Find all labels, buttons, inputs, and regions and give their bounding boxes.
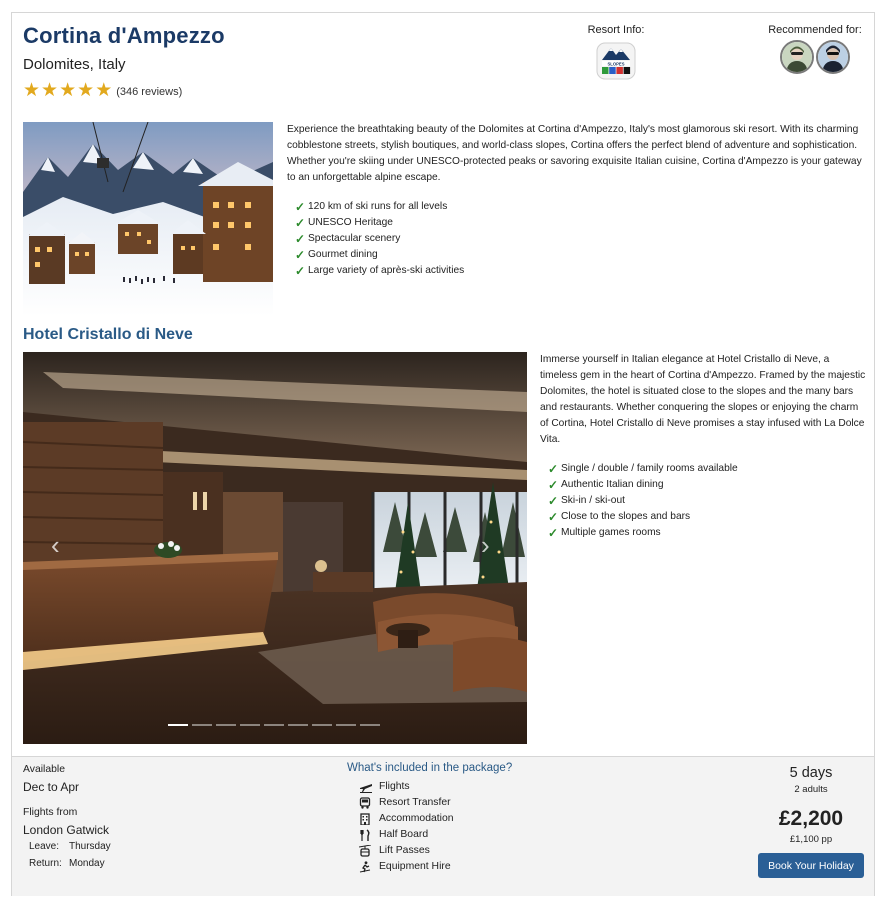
slopes-badge-icon[interactable]: SLOPES <box>596 42 636 80</box>
adults-count: 2 adults <box>794 784 828 795</box>
bus-icon <box>359 797 379 809</box>
included-heading[interactable]: What's included in the package? <box>347 762 512 774</box>
resort-description: Experience the breathtaking beauty of th… <box>287 124 862 183</box>
list-item: ✓ UNESCO Heritage <box>295 216 393 230</box>
price-box: 5 days 2 adults £2,200 £1,100 pp Book Yo… <box>752 765 870 878</box>
flights-from-value: London Gatwick <box>23 823 110 837</box>
slopes-badge-text: SLOPES <box>608 61 625 66</box>
flights-from-label: Flights from <box>23 807 78 818</box>
review-count[interactable]: (346 reviews) <box>116 86 182 98</box>
hotel-features: ✓ Single / double / family rooms availabl… <box>548 461 738 541</box>
return-value: Monday <box>69 858 105 869</box>
hotel-gallery[interactable]: ‹ › <box>23 352 527 744</box>
snowboarder-avatar-icon[interactable] <box>816 40 850 74</box>
check-icon: ✓ <box>295 264 306 278</box>
package-footer: Available Dec to Apr Flights from London… <box>12 756 874 896</box>
skier-avatar-icon[interactable] <box>780 40 814 74</box>
plane-icon <box>359 781 379 793</box>
list-item: Resort Transfer <box>359 795 454 811</box>
available-value: Dec to Apr <box>23 780 80 794</box>
star-rating: ★ ★ ★ ★ ★ (346 reviews) <box>23 81 182 100</box>
star-icon: ★ <box>77 80 95 101</box>
list-item: ✓ 120 km of ski runs for all levels <box>295 200 448 214</box>
resort-info: Resort Info: SLOPES <box>572 24 660 80</box>
check-icon: ✓ <box>548 526 559 540</box>
check-icon: ✓ <box>295 200 306 214</box>
recommended-for: Recommended for: <box>762 24 868 74</box>
recommended-label: Recommended for: <box>768 24 862 36</box>
check-icon: ✓ <box>548 494 559 508</box>
gallery-dots <box>168 724 380 726</box>
hotel-description: Immerse yourself in Italian elegance at … <box>540 354 866 445</box>
check-icon: ✓ <box>548 478 559 492</box>
list-item: Accommodation <box>359 811 454 827</box>
gallery-dot[interactable] <box>288 724 308 726</box>
check-icon: ✓ <box>295 248 306 262</box>
check-icon: ✓ <box>295 232 306 246</box>
resort-location: Dolomites, Italy <box>23 56 126 73</box>
list-item: ✓ Close to the slopes and bars <box>548 510 691 524</box>
hotel-icon <box>359 813 379 825</box>
resort-features: ✓ 120 km of ski runs for all levels ✓ UNES… <box>295 199 464 279</box>
gondola-icon <box>359 845 379 857</box>
list-item: ✓ Large variety of après-ski activities <box>295 264 465 278</box>
list-item: Half Board <box>359 827 454 843</box>
list-item: ✓ Ski-in / ski-out <box>548 494 625 508</box>
total-price: £2,200 <box>778 807 844 830</box>
gallery-dot[interactable] <box>216 724 236 726</box>
gallery-dot[interactable] <box>360 724 380 726</box>
list-item: Flights <box>359 779 454 795</box>
leave-value: Thursday <box>69 841 111 852</box>
skier-icon <box>359 861 379 873</box>
gallery-dot[interactable] <box>312 724 332 726</box>
star-icon: ★ <box>59 80 77 101</box>
available-label: Available <box>23 764 65 775</box>
holiday-card: Cortina d'Ampezzo Dolomites, Italy ★ ★ ★… <box>11 12 875 896</box>
list-item: ✓ Spectacular scenery <box>295 232 401 246</box>
resort-title: Cortina d'Ampezzo <box>23 23 225 48</box>
book-holiday-button[interactable]: Book Your Holiday <box>758 853 864 878</box>
check-icon: ✓ <box>548 462 559 476</box>
list-item: ✓ Gourmet dining <box>295 248 378 262</box>
resort-info-label: Resort Info: <box>587 24 645 36</box>
leave-label: Leave: <box>29 841 60 852</box>
resort-photo <box>23 122 273 316</box>
price-per-person: £1,100 pp <box>789 834 833 845</box>
return-label: Return: <box>29 858 62 869</box>
gallery-dot[interactable] <box>192 724 212 726</box>
included-list: Flights Resort Transfer Accommodation Ha… <box>359 779 454 875</box>
check-icon: ✓ <box>295 216 306 230</box>
star-icon: ★ <box>41 80 59 101</box>
star-icon: ★ <box>23 80 41 101</box>
cutlery-icon <box>359 829 379 841</box>
list-item: Equipment Hire <box>359 859 454 875</box>
duration: 5 days <box>789 765 833 781</box>
check-icon: ✓ <box>548 510 559 524</box>
list-item: Lift Passes <box>359 843 454 859</box>
gallery-next-arrow-icon[interactable]: › <box>481 532 490 558</box>
gallery-prev-arrow-icon[interactable]: ‹ <box>51 532 60 558</box>
list-item: ✓ Multiple games rooms <box>548 526 661 540</box>
list-item: ✓ Authentic Italian dining <box>548 478 664 492</box>
star-icon: ★ <box>95 80 113 101</box>
gallery-dot[interactable] <box>264 724 284 726</box>
list-item: ✓ Single / double / family rooms availabl… <box>548 462 738 476</box>
gallery-dot[interactable] <box>168 724 188 726</box>
hotel-title: Hotel Cristallo di Neve <box>23 326 193 343</box>
gallery-dot[interactable] <box>336 724 356 726</box>
gallery-dot[interactable] <box>240 724 260 726</box>
